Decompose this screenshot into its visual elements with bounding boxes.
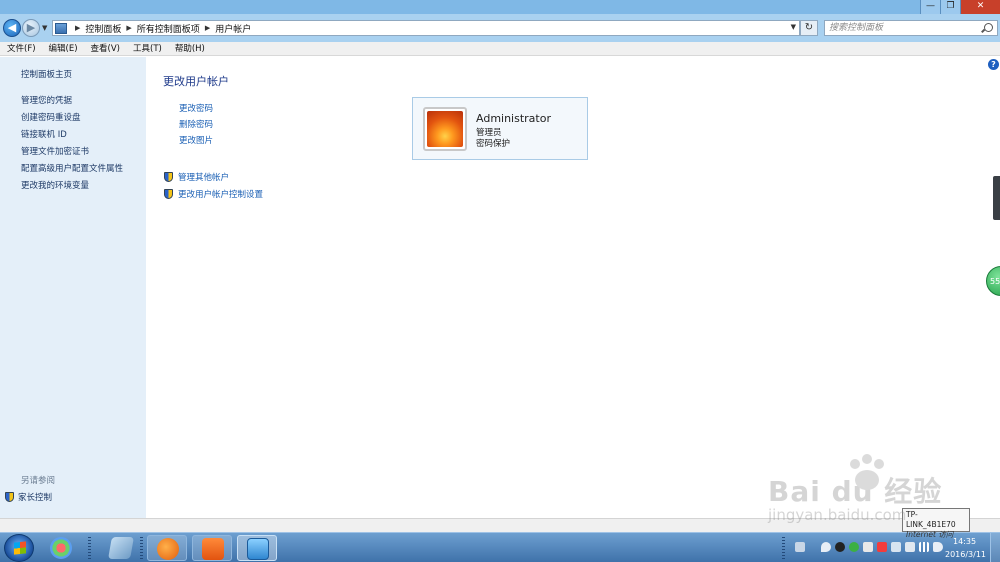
remove-password-link[interactable]: 删除密码 — [179, 118, 213, 130]
usb-icon[interactable] — [863, 542, 873, 552]
tray-spacer — [809, 542, 817, 552]
sidebar-item-home[interactable]: 控制面板主页 — [21, 68, 72, 80]
arrow-left-icon: ◀ — [7, 21, 17, 34]
main-content: 更改用户帐户 更改密码 删除密码 更改图片 管理其他帐户 更改用户帐户控制设置 … — [146, 57, 986, 518]
sidebar-item-encryption-cert[interactable]: 管理文件加密证书 — [21, 145, 89, 157]
menu-bar: 文件(F) 编辑(E) 查看(V) 工具(T) 帮助(H) — [0, 42, 1000, 56]
maximize-button[interactable]: ❐ — [940, 0, 960, 14]
manage-other-accounts-link[interactable]: 管理其他帐户 — [164, 171, 229, 183]
close-button[interactable]: ✕ — [960, 0, 1000, 14]
help-icon[interactable]: ? — [988, 59, 999, 70]
refresh-button[interactable]: ↻ — [800, 20, 818, 36]
user-account-card: Administrator 管理员 密码保护 — [412, 97, 588, 160]
user-name: Administrator — [476, 112, 551, 125]
taskbar-app[interactable] — [147, 535, 187, 561]
pinned-app-icon[interactable] — [50, 537, 72, 559]
shield-icon — [164, 172, 173, 182]
see-also-heading: 另请参阅 — [21, 476, 56, 486]
app-tray-icon[interactable] — [877, 542, 887, 552]
system-tray — [795, 542, 943, 552]
back-button[interactable]: ◀ — [3, 19, 21, 37]
paw-logo-icon — [850, 454, 884, 490]
user-password-status: 密码保护 — [476, 139, 511, 149]
change-password-link[interactable]: 更改密码 — [179, 102, 213, 114]
chevron-right-icon[interactable]: ▶ — [205, 24, 210, 32]
breadcrumb-all-items[interactable]: 所有控制面板项 — [137, 22, 200, 35]
pinned-app-icon[interactable] — [108, 537, 134, 559]
taskbar: 14:35 2016/3/11 — [0, 532, 1000, 562]
security-icon[interactable] — [821, 542, 831, 552]
qq-icon[interactable] — [835, 542, 845, 552]
address-toolbar: ◀ ▶ ▼ ▶ 控制面板 ▶ 所有控制面板项 ▶ 用户帐户 ▼ ↻ — [0, 14, 1000, 42]
menu-view[interactable]: 查看(V) — [84, 42, 126, 56]
sidebar-item-env-vars[interactable]: 更改我的环境变量 — [21, 179, 89, 191]
menu-tools[interactable]: 工具(T) — [126, 42, 168, 56]
manage-other-accounts-label: 管理其他帐户 — [178, 173, 230, 183]
change-picture-link[interactable]: 更改图片 — [179, 134, 213, 146]
search-icon[interactable] — [984, 23, 993, 32]
uac-settings-label: 更改用户帐户控制设置 — [178, 190, 264, 200]
side-panel-tab[interactable] — [993, 176, 1000, 220]
avatar[interactable] — [423, 107, 467, 151]
chat-icon[interactable] — [849, 542, 859, 552]
volume-icon[interactable] — [933, 542, 943, 552]
page-title: 更改用户帐户 — [163, 75, 229, 88]
sidebar-item-online-id[interactable]: 链接联机 ID — [21, 128, 67, 140]
taskbar-app-control-panel[interactable] — [237, 535, 277, 561]
start-button[interactable] — [4, 534, 34, 562]
breadcrumb-user-accounts[interactable]: 用户帐户 — [215, 22, 251, 35]
address-bar[interactable]: ▶ 控制面板 ▶ 所有控制面板项 ▶ 用户帐户 ▼ — [52, 20, 800, 36]
network-adapter-icon[interactable] — [891, 542, 901, 552]
sidebar-item-parental-controls[interactable]: 家长控制 — [5, 491, 52, 503]
recent-pages-dropdown[interactable]: ▼ — [42, 24, 47, 32]
shield-icon — [5, 492, 14, 502]
chevron-right-icon[interactable]: ▶ — [75, 24, 80, 32]
flower-avatar-icon — [427, 111, 463, 147]
sidebar-item-credentials[interactable]: 管理您的凭据 — [21, 94, 72, 106]
refresh-icon: ↻ — [804, 22, 814, 33]
watermark-url: jingyan.baidu.com — [768, 506, 907, 524]
taobao-icon — [202, 538, 224, 560]
tooltip-network-status: Internet 访问 — [906, 530, 954, 539]
window-controls: — ❐ ✕ — [920, 0, 1000, 14]
sidebar-item-reset-disk[interactable]: 创建密码重设盘 — [21, 111, 81, 123]
breadcrumb-control-panel[interactable]: 控制面板 — [85, 22, 121, 35]
forward-button[interactable]: ▶ — [22, 19, 40, 37]
control-panel-icon — [55, 22, 67, 34]
baidu-watermark: Bai du 经验 jingyan.baidu.com — [768, 454, 942, 524]
taskbar-grip — [140, 537, 143, 559]
taskbar-grip — [782, 537, 785, 559]
minimize-button[interactable]: — — [920, 0, 940, 14]
battery-icon[interactable] — [905, 542, 915, 552]
sidebar-item-profile-properties[interactable]: 配置高级用户配置文件属性 — [21, 162, 123, 174]
sidebar-item-label: 家长控制 — [18, 493, 53, 503]
clock-date[interactable]: 2016/3/11 — [945, 550, 986, 559]
menu-help[interactable]: 帮助(H) — [168, 42, 211, 56]
chevron-right-icon[interactable]: ▶ — [126, 24, 131, 32]
taskbar-app[interactable] — [192, 535, 232, 561]
uac-settings-link[interactable]: 更改用户帐户控制设置 — [164, 188, 263, 200]
shield-icon — [164, 189, 173, 199]
wifi-signal-icon[interactable] — [919, 542, 929, 552]
show-desktop-button[interactable] — [990, 533, 1000, 562]
keyboard-icon[interactable] — [795, 542, 805, 552]
arrow-right-icon: ▶ — [26, 21, 36, 34]
search-input[interactable] — [825, 21, 975, 35]
windows-logo-icon — [14, 541, 26, 555]
menu-edit[interactable]: 编辑(E) — [42, 42, 84, 56]
search-box — [824, 20, 998, 36]
menu-file[interactable]: 文件(F) — [0, 42, 42, 56]
wifi-tooltip: TP-LINK_4B1E70 Internet 访问 — [902, 508, 970, 539]
thunder-icon — [157, 538, 179, 560]
taskbar-grip — [88, 537, 91, 559]
address-dropdown-icon[interactable]: ▼ — [791, 23, 796, 31]
window-title-bar: — ❐ ✕ — [0, 0, 1000, 14]
control-panel-icon — [247, 538, 269, 560]
tooltip-network-name: TP-LINK_4B1E70 — [906, 510, 956, 529]
sidebar: 控制面板主页 管理您的凭据 创建密码重设盘 链接联机 ID 管理文件加密证书 配… — [0, 57, 146, 518]
